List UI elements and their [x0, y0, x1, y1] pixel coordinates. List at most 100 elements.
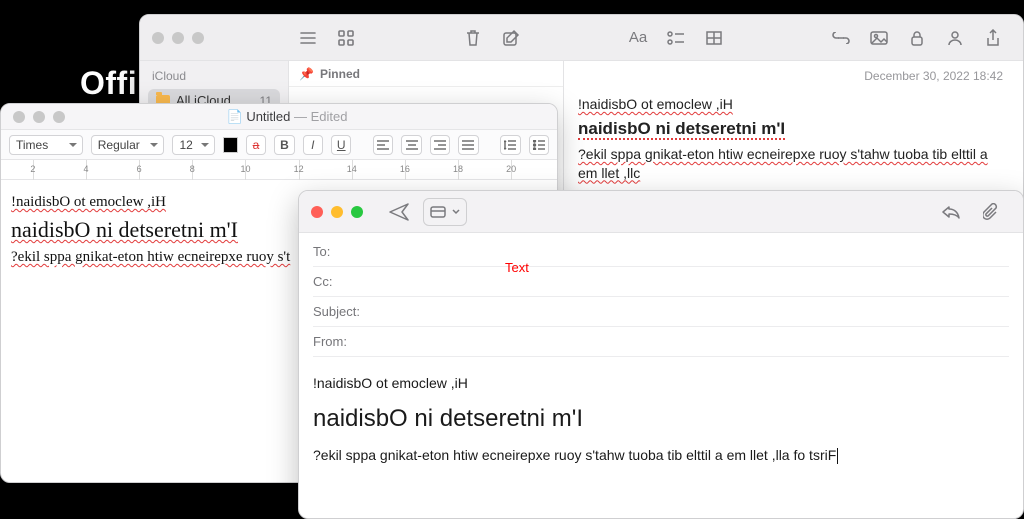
- font-style-select[interactable]: Regular: [91, 135, 165, 155]
- lock-icon: [910, 30, 924, 46]
- te-line-1: !naidisbO ot emoclew ,iH: [11, 194, 166, 210]
- close-dot[interactable]: [13, 111, 25, 123]
- format-button[interactable]: Aa: [622, 24, 654, 52]
- ruler-number: 16: [400, 164, 410, 174]
- italic-button[interactable]: I: [303, 135, 323, 155]
- doc-title: Untitled: [246, 109, 290, 124]
- bold-b-icon: B: [280, 138, 289, 152]
- close-dot[interactable]: [152, 32, 164, 44]
- lock-button[interactable]: [901, 24, 933, 52]
- to-label: To:: [313, 244, 373, 259]
- checklist-button[interactable]: [660, 24, 692, 52]
- note-timestamp: December 30, 2022 18:42: [578, 67, 1009, 91]
- subject-field[interactable]: Subject:: [313, 297, 1009, 327]
- list-bullets-icon: [533, 140, 545, 150]
- chevron-down-icon: [452, 209, 460, 215]
- cc-field[interactable]: Cc:: [313, 267, 1009, 297]
- attach-button[interactable]: [975, 198, 1007, 226]
- textedit-format-bar: Times Regular 12 a B I U: [1, 130, 557, 160]
- te-line-3: ?ekil sppa gnikat-eton htiw ecneirepxe r…: [11, 249, 290, 265]
- note-line-1: !naidisbO ot emoclew ,iH: [578, 96, 733, 112]
- strike-a-icon: a: [253, 138, 260, 152]
- textedit-ruler[interactable]: 2468101214161820: [1, 160, 557, 180]
- to-field[interactable]: To:: [313, 237, 1009, 267]
- background-app-title: Offi: [80, 65, 137, 102]
- from-field[interactable]: From:: [313, 327, 1009, 357]
- delete-button[interactable]: [457, 24, 489, 52]
- sidebar-section-label: iCloud: [140, 61, 288, 87]
- share-button[interactable]: [977, 24, 1009, 52]
- font-size-value: 12: [179, 138, 192, 152]
- zoom-dot[interactable]: [351, 206, 363, 218]
- align-justify-button[interactable]: [458, 135, 478, 155]
- compose-line-3: ?ekil sppa gnikat-eton htiw ecneirepxe r…: [313, 447, 836, 463]
- pinned-label: Pinned: [320, 67, 360, 81]
- ruler-number: 6: [137, 164, 142, 174]
- text-color-swatch[interactable]: [223, 137, 238, 153]
- compose-traffic-lights[interactable]: [299, 206, 375, 218]
- line-spacing-button[interactable]: [500, 135, 520, 155]
- align-justify-icon: [462, 140, 474, 150]
- bold-button[interactable]: B: [274, 135, 294, 155]
- trash-icon: [465, 29, 481, 47]
- note-line-2: naidisbO ni detseretni m'I: [578, 119, 785, 140]
- link-button[interactable]: [825, 24, 857, 52]
- media-button[interactable]: [863, 24, 895, 52]
- underline-button[interactable]: U: [331, 135, 351, 155]
- font-size-select[interactable]: 12: [172, 135, 214, 155]
- font-family-value: Times: [16, 138, 48, 152]
- reply-button[interactable]: [935, 198, 967, 226]
- new-note-button[interactable]: [495, 24, 527, 52]
- subject-label: Subject:: [313, 304, 373, 319]
- ruler-number: 10: [240, 164, 250, 174]
- align-right-button[interactable]: [430, 135, 450, 155]
- compose-body[interactable]: !naidisbO ot emoclew ,iH naidisbO ni det…: [299, 357, 1023, 482]
- pin-icon: 📌: [299, 67, 314, 81]
- compose-icon: [502, 29, 520, 47]
- minimize-dot[interactable]: [33, 111, 45, 123]
- cc-label: Cc:: [313, 274, 373, 289]
- header-fields-button[interactable]: [423, 198, 467, 226]
- ruler-number: 20: [506, 164, 516, 174]
- minimize-dot[interactable]: [331, 206, 343, 218]
- strike-color-button[interactable]: a: [246, 135, 266, 155]
- table-button[interactable]: [698, 24, 730, 52]
- align-center-button[interactable]: [401, 135, 421, 155]
- list-icon: [299, 31, 317, 45]
- notes-toolbar: Aa: [140, 15, 1023, 61]
- ruler-number: 18: [453, 164, 463, 174]
- notes-traffic-lights[interactable]: [140, 32, 216, 44]
- compose-toolbar: [299, 191, 1023, 233]
- close-dot[interactable]: [311, 206, 323, 218]
- line-spacing-icon: [504, 139, 516, 151]
- reply-arrow-icon: [941, 205, 961, 219]
- mail-compose-window: To: Cc: Subject: From: !naidisbO ot emoc…: [298, 190, 1024, 519]
- list-view-button[interactable]: [292, 24, 324, 52]
- pinned-header: 📌 Pinned: [289, 61, 563, 87]
- send-button[interactable]: [383, 198, 415, 226]
- font-family-select[interactable]: Times: [9, 135, 83, 155]
- collaborate-button[interactable]: [939, 24, 971, 52]
- textedit-title: 📄 Untitled — Edited: [77, 109, 497, 125]
- compose-line-2: naidisbO ni detseretni m'I: [313, 405, 1009, 433]
- checklist-icon: [667, 31, 685, 45]
- doc-icon: 📄: [227, 109, 243, 124]
- minimize-dot[interactable]: [172, 32, 184, 44]
- red-annotation-text: Text: [505, 260, 529, 275]
- doc-edited: — Edited: [290, 109, 347, 124]
- person-icon: [947, 30, 963, 46]
- grid-view-button[interactable]: [330, 24, 362, 52]
- zoom-dot[interactable]: [192, 32, 204, 44]
- underline-u-icon: U: [337, 138, 346, 152]
- photo-icon: [870, 31, 888, 45]
- align-left-icon: [377, 140, 389, 150]
- textedit-traffic-lights[interactable]: [1, 111, 77, 123]
- list-style-button[interactable]: [529, 135, 549, 155]
- paperclip-icon: [983, 203, 999, 221]
- note-line-3: ?ekil sppa gnikat-eton htiw ecneirepxe r…: [578, 146, 988, 181]
- align-left-button[interactable]: [373, 135, 393, 155]
- text-format-icon: Aa: [629, 29, 647, 46]
- textedit-titlebar: 📄 Untitled — Edited: [1, 104, 557, 130]
- align-center-icon: [406, 140, 418, 150]
- zoom-dot[interactable]: [53, 111, 65, 123]
